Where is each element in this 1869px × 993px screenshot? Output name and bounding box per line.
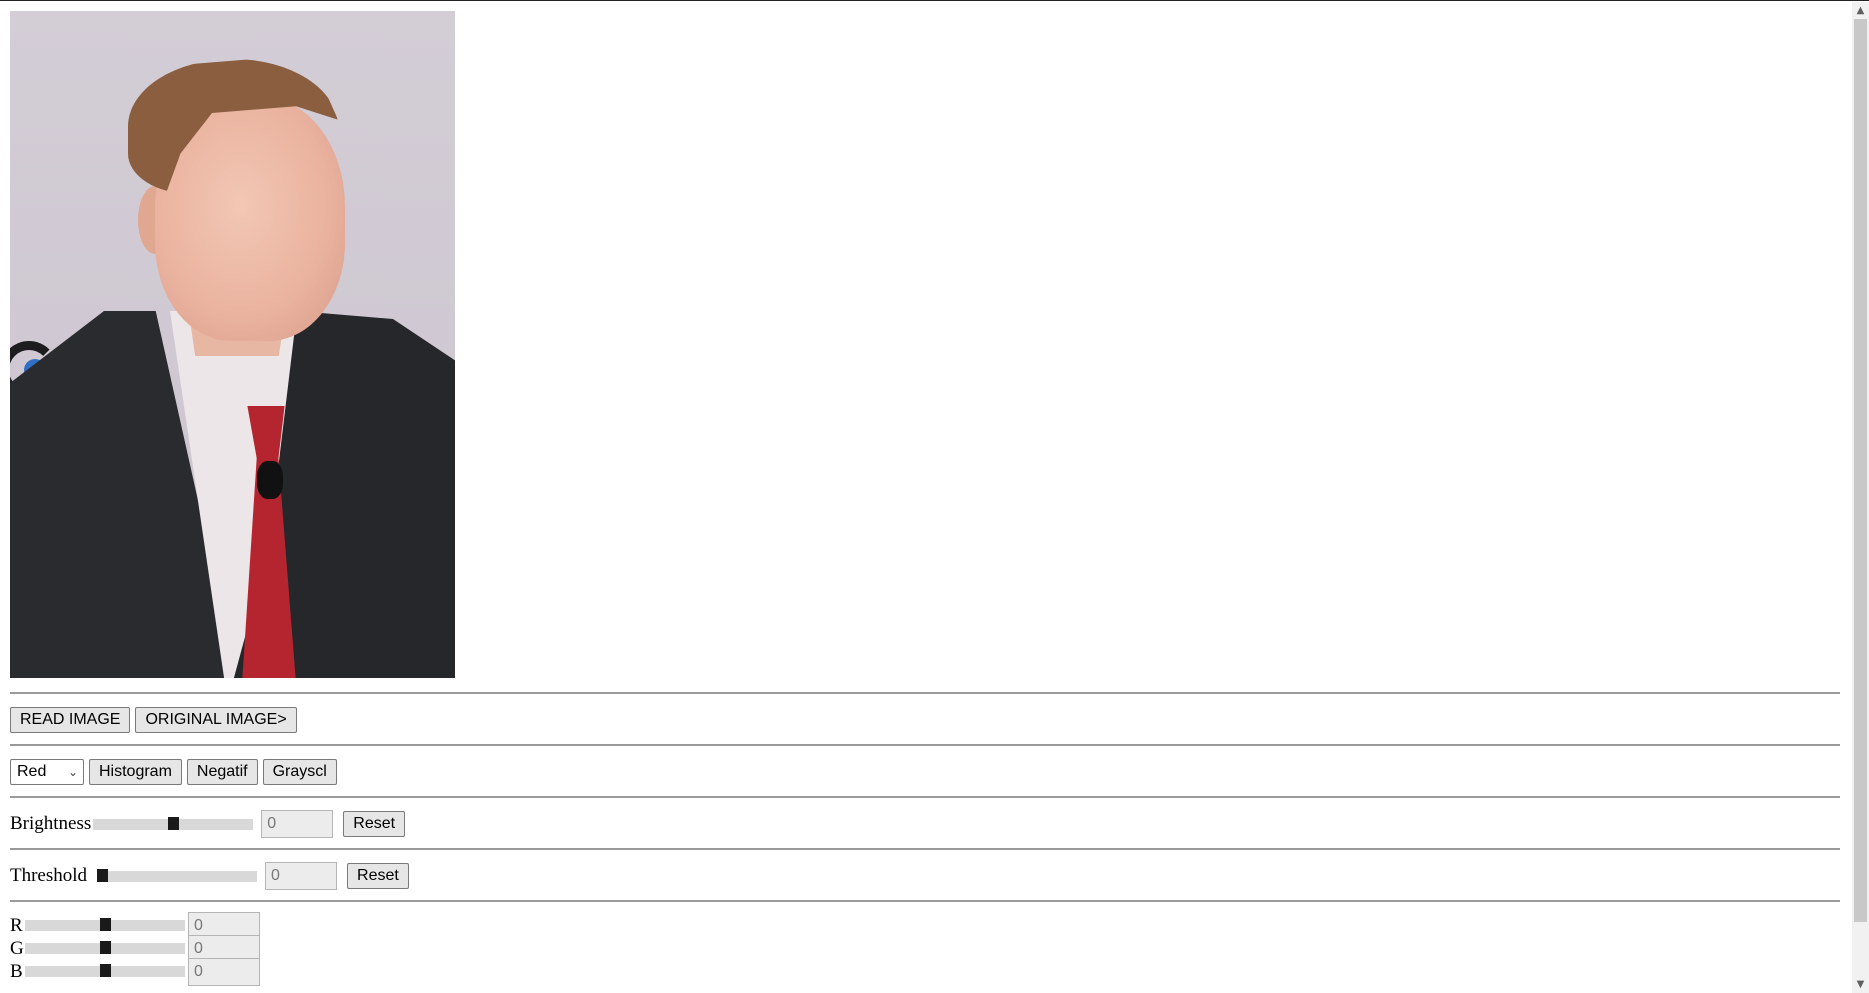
threshold-row: Threshold 0 Reset [10,862,1840,890]
negatif-button[interactable]: Negatif [186,759,258,785]
b-slider[interactable] [25,964,185,977]
lapel-mic [257,461,283,499]
g-slider[interactable] [25,941,185,954]
b-value-field[interactable]: 0 [188,957,260,986]
b-label: B [10,960,23,982]
threshold-value-field[interactable]: 0 [265,862,338,890]
r-slider-thumb[interactable] [100,918,111,931]
read-image-button[interactable]: READ IMAGE [10,707,131,733]
divider [10,692,1840,694]
brightness-slider[interactable] [93,816,254,830]
filter-toolbar: Red ⌄ Histogram Negatif Grayscl [10,758,1840,786]
scrollbar-thumb[interactable] [1854,19,1867,922]
brightness-row: Brightness 0 Reset [10,810,1840,838]
grayscale-button[interactable]: Grayscl [262,759,337,785]
rgb-row-r: R 0 [10,911,1840,940]
threshold-reset-button[interactable]: Reset [347,863,409,889]
g-label: G [10,937,24,959]
brightness-label: Brightness [10,813,92,834]
divider [10,796,1840,798]
threshold-label: Threshold [10,865,88,886]
brightness-slider-thumb[interactable] [168,816,180,830]
divider [10,848,1840,850]
rgb-controls: R 0 G 0 B 0 [10,911,1840,986]
brightness-value-field[interactable]: 0 [261,810,334,838]
rgb-row-g: G 0 [10,934,1840,963]
histogram-button[interactable]: Histogram [89,759,182,785]
threshold-slider[interactable] [97,868,258,882]
file-toolbar: READ IMAGE ORIGINAL IMAGE> [10,706,1840,734]
r-slider[interactable] [25,918,185,931]
original-image-button[interactable]: ORIGINAL IMAGE> [135,707,297,733]
chevron-down-icon: ⌄ [67,765,78,779]
brightness-reset-button[interactable]: Reset [343,811,406,837]
page-content: READ IMAGE ORIGINAL IMAGE> Red ⌄ Histogr… [10,11,1840,986]
r-label: R [10,914,23,936]
threshold-slider-thumb[interactable] [97,868,109,882]
vertical-scrollbar[interactable]: ▲ ▼ [1852,2,1869,993]
channel-select-value: Red [17,763,47,780]
g-slider-thumb[interactable] [100,941,111,954]
divider [10,900,1840,902]
scroll-down-icon[interactable]: ▼ [1852,976,1869,993]
rgb-row-b: B 0 [10,957,1840,986]
image-canvas [10,11,455,678]
divider [10,744,1840,746]
scroll-up-icon[interactable]: ▲ [1852,2,1869,19]
b-slider-thumb[interactable] [100,964,111,977]
channel-select[interactable]: Red ⌄ [10,759,84,785]
